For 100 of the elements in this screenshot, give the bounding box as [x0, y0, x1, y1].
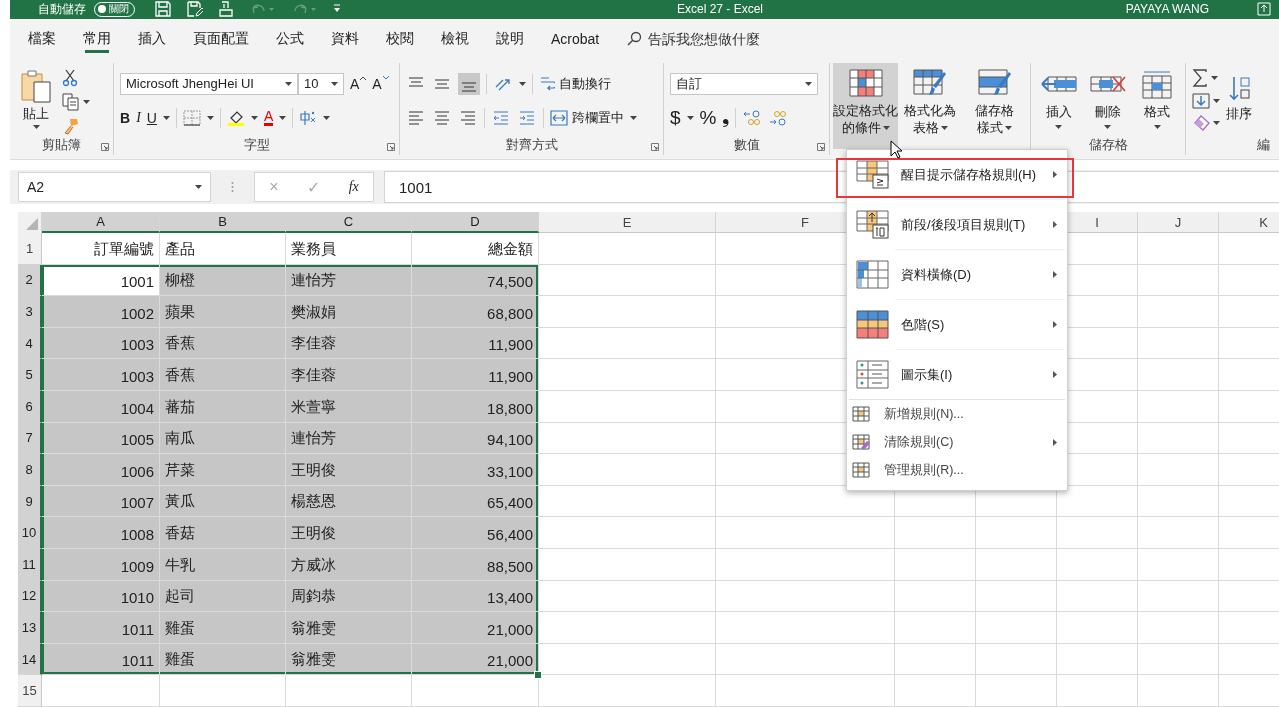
borders-icon[interactable] — [182, 109, 201, 126]
menu-item[interactable]: 管理規則(R)... — [847, 456, 1067, 484]
underline-button[interactable]: U — [146, 109, 157, 126]
ribbon-display-icon[interactable] — [1257, 2, 1271, 17]
fill-handle[interactable] — [534, 671, 542, 680]
format-button[interactable]: 格式 — [1135, 66, 1179, 129]
table-cell: 21,000 — [412, 643, 539, 676]
copy-icon[interactable] — [62, 92, 80, 111]
row-header[interactable]: 15 — [18, 675, 42, 707]
row-header[interactable]: 6 — [18, 391, 42, 423]
currency-button[interactable]: $ — [670, 106, 681, 129]
number-format-field[interactable]: 自訂 — [670, 72, 818, 95]
dialog-launcher-icon[interactable] — [817, 143, 825, 152]
styles-button[interactable]: 儲存格 樣式 — [962, 62, 1027, 149]
row-header[interactable]: 14 — [18, 643, 42, 676]
styles-button[interactable]: 格式化為 表格 — [898, 62, 963, 149]
column-header[interactable]: E — [539, 212, 716, 234]
row-header[interactable]: 11 — [18, 549, 42, 581]
table-cell: 柳橙 — [160, 264, 286, 297]
name-box[interactable]: A2 — [18, 172, 211, 203]
increase-decimal-icon[interactable] — [742, 108, 763, 127]
ribbon-tab[interactable]: 常用 — [71, 18, 123, 59]
sort-filter-button[interactable]: 排序 — [1226, 66, 1252, 123]
bold-button[interactable]: B — [120, 109, 131, 126]
decrease-decimal-icon[interactable] — [768, 108, 789, 127]
table-cell: 1010 — [42, 580, 160, 613]
ribbon-tab[interactable]: 說明 — [484, 18, 536, 59]
menu-item[interactable]: 資料橫條(D) — [847, 250, 1067, 299]
autosum-icon[interactable] — [1192, 68, 1208, 87]
ribbon-tab[interactable]: 插入 — [126, 18, 178, 59]
menu-item[interactable]: 新增規則(N)... — [847, 400, 1067, 428]
save-edit-icon[interactable] — [187, 1, 203, 18]
row-header[interactable]: 7 — [18, 422, 42, 455]
group-label: 對齊方式 — [505, 136, 558, 155]
caret-icon — [83, 99, 90, 104]
menu-item[interactable]: 圖示集(I) — [847, 350, 1067, 399]
row-header[interactable]: 13 — [18, 612, 42, 644]
grow-font-button[interactable]: A — [350, 75, 367, 92]
align-bottom-icon[interactable] — [458, 72, 480, 95]
row-header[interactable]: 8 — [18, 454, 42, 486]
group-label: 字型 — [243, 136, 270, 155]
ribbon-tab[interactable]: 資料 — [319, 18, 371, 59]
comma-button[interactable]: ❟ — [722, 106, 730, 129]
row-header[interactable]: 5 — [18, 359, 42, 392]
menu-item[interactable]: 清除規則(C) — [847, 428, 1067, 456]
ribbon-tab[interactable]: 檔案 — [16, 18, 68, 59]
ribbon-tab[interactable]: 頁面配置 — [181, 18, 261, 59]
row-header[interactable]: 9 — [18, 485, 42, 518]
ribbon-tab[interactable]: 公式 — [264, 18, 316, 59]
ribbon-tab[interactable]: Acrobat — [539, 18, 612, 59]
ribbon-tab[interactable]: 檢視 — [429, 18, 481, 59]
row-header[interactable]: 1 — [18, 233, 42, 265]
ribbon-tab[interactable]: 校閱 — [374, 18, 426, 59]
insert-function-button[interactable]: fx — [348, 179, 359, 196]
delete-button[interactable]: 刪除 — [1086, 66, 1130, 129]
shrink-font-button[interactable]: A — [372, 75, 389, 92]
user-name[interactable]: PAYAYA WANG — [1125, 2, 1209, 17]
table-cell: 樊淑娟 — [286, 296, 412, 328]
dialog-launcher-icon[interactable] — [387, 143, 395, 152]
italic-button[interactable]: I — [136, 109, 141, 126]
column-header[interactable]: J — [1138, 212, 1219, 234]
fill-down-icon[interactable] — [1192, 92, 1210, 109]
merge-center-button[interactable]: 跨欄置中 — [550, 108, 624, 127]
font-size-field[interactable]: 10 — [298, 72, 344, 95]
eraser-icon[interactable] — [1192, 114, 1210, 131]
table-cell: 1008 — [42, 517, 160, 550]
column-header[interactable]: B — [160, 212, 286, 234]
format-painter-icon[interactable] — [62, 116, 80, 135]
insert-button[interactable]: 插入 — [1037, 66, 1081, 129]
row-header[interactable]: 4 — [18, 327, 42, 360]
scissors-icon[interactable] — [62, 68, 78, 87]
phonetic-icon[interactable] — [299, 109, 318, 126]
save-icon[interactable] — [155, 1, 171, 18]
row-header[interactable]: 3 — [18, 296, 42, 328]
tell-me-field[interactable]: 告訴我您想做什麼 — [646, 29, 811, 48]
column-header[interactable]: A — [42, 212, 160, 234]
styles-button[interactable]: 設定格式化 的條件 — [833, 62, 898, 149]
column-header[interactable]: D — [412, 212, 539, 234]
row-header[interactable]: 2 — [18, 264, 42, 297]
font-name-field[interactable]: Microsoft JhengHei UI — [120, 72, 298, 95]
column-header[interactable]: C — [286, 212, 412, 234]
row-header[interactable]: 12 — [18, 580, 42, 613]
caret-icon — [630, 115, 637, 120]
caret-icon — [1055, 124, 1063, 129]
data-bars-icon — [856, 259, 890, 290]
table-cell: 雞蛋 — [160, 643, 286, 676]
dialog-launcher-icon[interactable] — [101, 143, 109, 152]
wrap-text-button[interactable]: 自動換行 — [539, 74, 611, 93]
dropdown-caret-icon — [805, 81, 812, 86]
dialog-launcher-icon[interactable] — [651, 143, 659, 152]
percent-button[interactable]: % — [699, 106, 717, 129]
table-cell: 南瓜 — [160, 422, 286, 455]
column-header[interactable]: K — [1219, 212, 1279, 234]
font-color-button[interactable]: A — [263, 109, 274, 127]
row-header[interactable]: 10 — [18, 517, 42, 550]
menu-item[interactable]: 色階(S) — [847, 300, 1067, 349]
group-label: 剪貼簿 — [42, 136, 81, 155]
touch-mode-icon[interactable] — [219, 1, 233, 18]
paste-button[interactable]: 貼上 — [16, 66, 56, 129]
table-cell: 李佳蓉 — [286, 359, 412, 392]
